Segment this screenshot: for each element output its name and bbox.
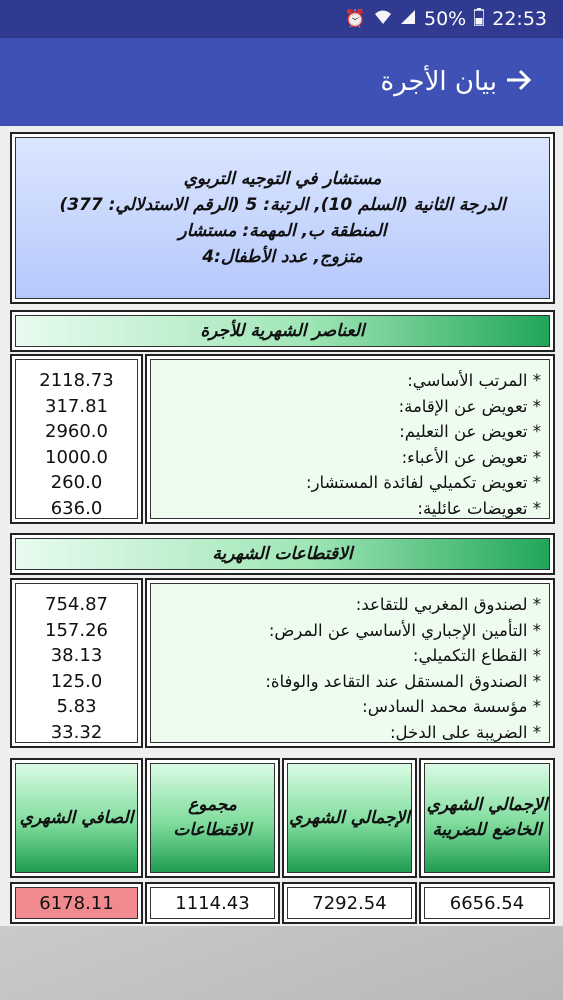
deduction-value: 157.26 [45,619,108,641]
salary-value: 260.0 [50,472,103,493]
deduction-value: 33.32 [50,721,103,743]
deduction-label: * الصندوق المستقل عند التقاعد والوفاة: [265,671,541,691]
summary-value-total-deductions: 1114.43 [145,882,280,924]
salary-section-header: العناصر الشهرية للأجرة [10,310,555,352]
salary-label: * المرتب الأساسي: [407,371,541,390]
deduction-value: 5.83 [56,696,97,717]
status-bar: ⏰ 50% 22:53 [0,0,563,38]
salary-values-box: 2118.73 317.81 2960.0 1000.0 260.0 636.0 [10,354,143,524]
salary-header-text: العناصر الشهرية للأجرة [15,315,550,347]
salary-value: 2960.0 [45,421,108,442]
deduction-label: * الضريبة على الدخل: [389,722,541,742]
deduction-label: * مؤسسة محمد السادس: [362,697,541,716]
info-line-job: مستشار في التوجيه التربوي [183,169,382,189]
salary-label: * تعويض عن الإقامة: [398,396,541,416]
summary-header-gross: الإجمالي الشهري [282,758,417,878]
deductions-values-box: 754.87 157.26 38.13 125.0 5.83 33.32 [10,578,143,748]
deductions-section-header: الاقتطاعات الشهرية [10,533,555,575]
battery-percent: 50% [424,8,467,30]
battery-icon [473,7,485,31]
summary-value-net: 6178.11 [10,882,143,924]
deduction-label: * القطاع التكميلي: [412,646,541,665]
salary-value: 317.81 [45,395,108,417]
salary-value: 2118.73 [39,370,114,391]
deduction-value: 125.0 [50,670,103,692]
info-line-grade: الدرجة الثانية (السلم 10), الرتبة: 5 (ال… [59,195,506,215]
summary-value-taxable: 6656.54 [419,882,555,924]
alarm-icon: ⏰ [344,9,366,29]
deductions-header-text: الاقتطاعات الشهرية [15,538,550,570]
page-title: بيان الأجرة [380,67,497,97]
clock: 22:53 [492,8,547,30]
info-line-family: متزوج, عدد الأطفال:4 [202,247,363,267]
signal-icon [400,9,416,30]
summary-value-gross: 7292.54 [282,882,417,924]
salary-label: * تعويض تكميلي لفائدة المستشار: [306,473,541,492]
salary-value: 1000.0 [45,446,108,468]
info-line-zone: المنطقة ب, المهمة: مستشار [178,221,387,241]
deductions-labels-box: * لصندوق المغربي للتقاعد: * التأمين الإج… [145,578,555,748]
summary-header-taxable: الإجمالي الشهري الخاضع للضريبة [419,758,555,878]
salary-label: * تعويضات عائلية: [417,498,541,518]
app-bar: بيان الأجرة [0,38,563,126]
deduction-value: 38.13 [50,645,103,666]
wifi-icon [374,9,392,30]
deduction-label: * التأمين الإجباري الأساسي عن المرض: [268,620,541,640]
deduction-value: 754.87 [45,594,108,615]
employee-info-box: مستشار في التوجيه التربوي الدرجة الثانية… [10,132,555,304]
summary-header-total-deductions: مجموع الاقتطاعات [145,758,280,878]
back-arrow-icon[interactable] [499,65,539,100]
salary-label: * تعويض عن التعليم: [399,422,541,441]
summary-header-net: الصافي الشهري [10,758,143,878]
salary-value: 636.0 [50,497,103,519]
salary-label: * تعويض عن الأعباء: [401,447,541,467]
deduction-label: * لصندوق المغربي للتقاعد: [355,595,541,614]
salary-labels-box: * المرتب الأساسي: * تعويض عن الإقامة: * … [145,354,555,524]
